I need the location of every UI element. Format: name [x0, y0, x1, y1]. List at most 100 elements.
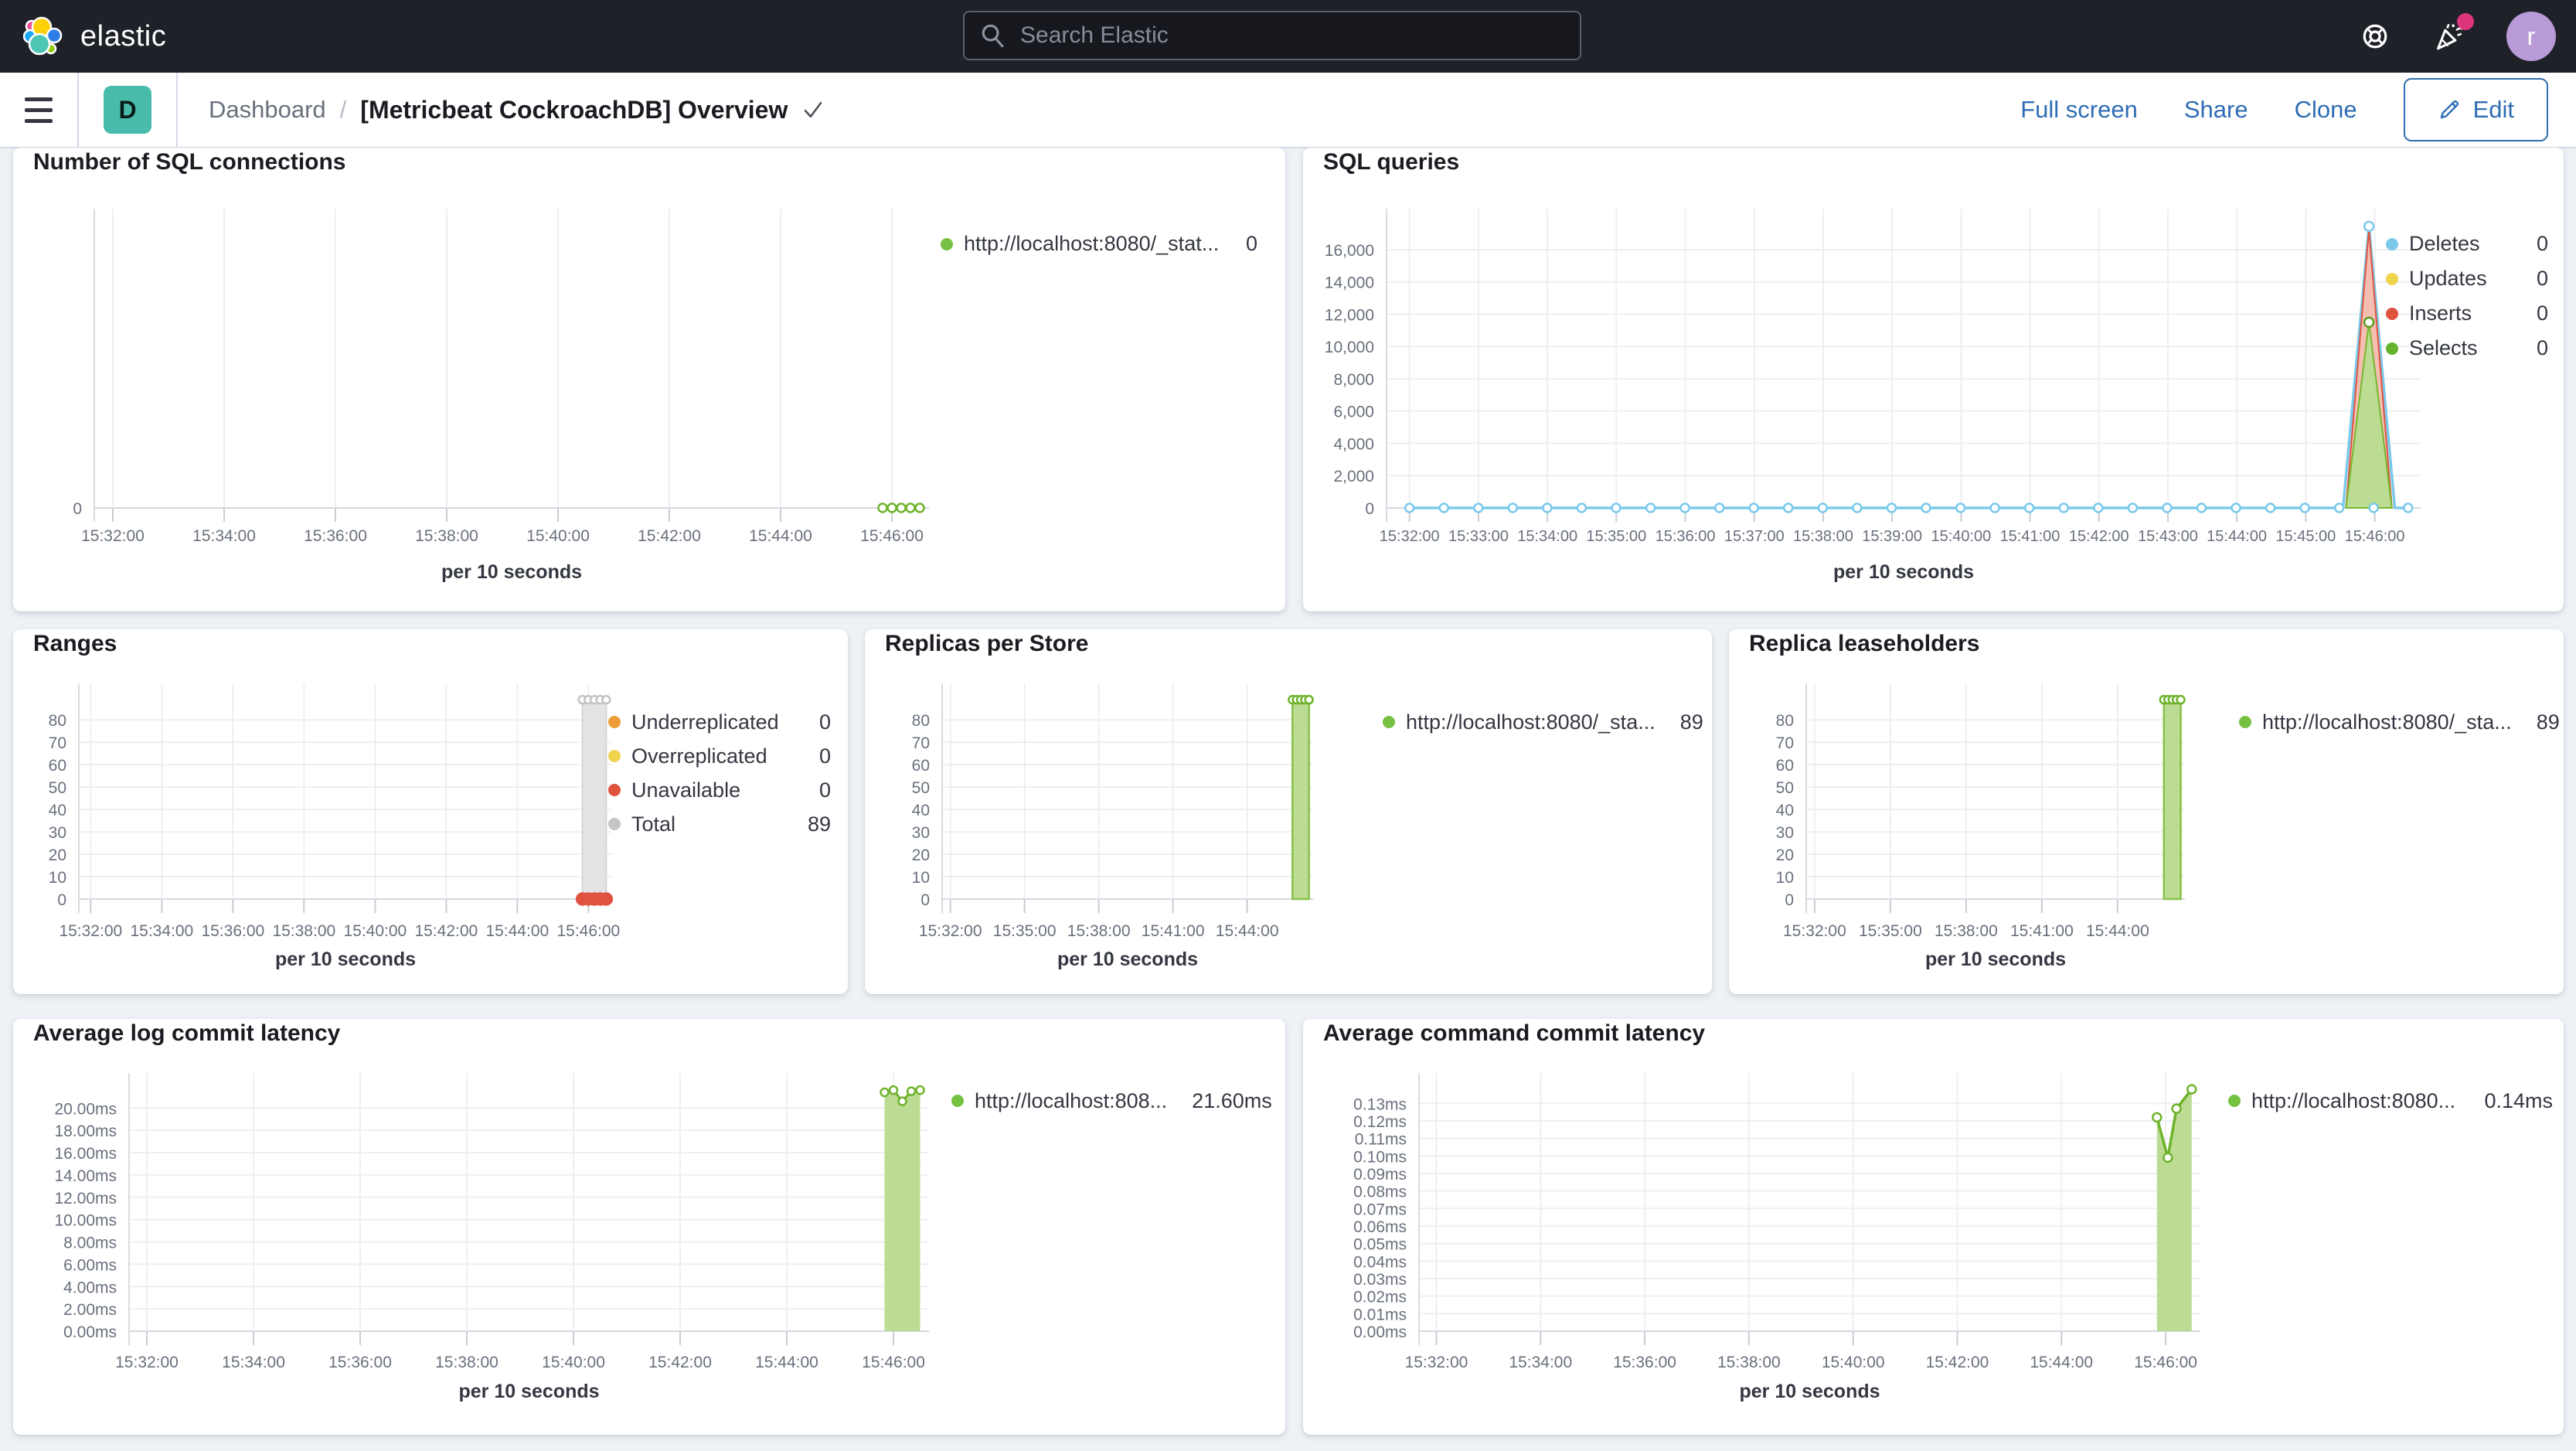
legend-item[interactable]: Total 89 — [608, 807, 831, 841]
svg-text:0.06ms: 0.06ms — [1353, 1218, 1407, 1236]
legend-dot-icon — [951, 1095, 964, 1107]
svg-text:0.08ms: 0.08ms — [1353, 1184, 1407, 1201]
dashboard-actions: Full screen Share Clone Edit — [2020, 78, 2548, 141]
svg-text:2.00ms: 2.00ms — [63, 1301, 117, 1319]
search-input[interactable] — [1019, 22, 1564, 49]
chart-average-log-commit-latency[interactable]: 0.00ms 2.00ms 4.00ms 6.00ms 8.00ms 10.00ms 12.… — [13, 1019, 1285, 1435]
svg-text:40: 40 — [912, 802, 930, 819]
svg-text:15:46:00: 15:46:00 — [2345, 528, 2405, 545]
svg-text:15:32:00: 15:32:00 — [1405, 1354, 1468, 1371]
svg-text:15:34:00: 15:34:00 — [222, 1354, 285, 1371]
legend-item[interactable]: http://localhost:8080... 0.14ms — [2228, 1084, 2553, 1118]
svg-text:6.00ms: 6.00ms — [63, 1256, 117, 1274]
svg-text:8.00ms: 8.00ms — [63, 1235, 117, 1252]
svg-text:14.00ms: 14.00ms — [54, 1167, 117, 1185]
edit-button-label: Edit — [2472, 96, 2514, 123]
svg-text:8,000: 8,000 — [1333, 371, 1374, 389]
legend-value: 0 — [818, 778, 831, 802]
svg-text:15:36:00: 15:36:00 — [328, 1354, 392, 1371]
user-avatar[interactable]: r — [2506, 12, 2556, 61]
legend-item[interactable]: Overreplicated 0 — [608, 739, 831, 773]
global-search[interactable] — [963, 11, 1581, 60]
clone-button[interactable]: Clone — [2295, 96, 2357, 124]
svg-text:15:34:00: 15:34:00 — [1517, 528, 1577, 545]
chart-replicas-per-store[interactable]: 0 10 20 30 40 50 60 70 80 15:32:00 15:35:00 15:38:0… — [865, 629, 1712, 994]
legend-label: Inserts — [2409, 301, 2472, 325]
svg-text:per 10 seconds: per 10 seconds — [275, 949, 416, 970]
breadcrumb-dashboard-link[interactable]: Dashboard — [209, 96, 326, 124]
panel-replica-leaseholders: Replica leaseholders 0 10 20 30 40 50 60 70 80 15… — [1729, 629, 2564, 994]
legend-item[interactable]: Deletes 0 — [2386, 227, 2548, 261]
svg-text:70: 70 — [49, 734, 66, 752]
avatar-initial: r — [2527, 22, 2536, 50]
svg-text:16,000: 16,000 — [1325, 242, 1374, 260]
svg-text:0.03ms: 0.03ms — [1353, 1271, 1407, 1289]
svg-text:per 10 seconds: per 10 seconds — [1833, 561, 1974, 583]
legend-item[interactable]: http://localhost:8080/_sta... 89 — [1383, 705, 1703, 739]
svg-text:15:46:00: 15:46:00 — [860, 527, 924, 545]
legend-dot-icon — [2239, 716, 2251, 728]
chart-legend: Deletes 0 Updates 0 Inserts 0 Selects 0 — [2386, 227, 2548, 366]
svg-text:15:35:00: 15:35:00 — [993, 922, 1057, 940]
chart-legend: http://localhost:8080/_stat... 0 — [941, 227, 1257, 261]
svg-text:80: 80 — [49, 712, 66, 730]
svg-text:15:32:00: 15:32:00 — [81, 527, 145, 545]
whats-new-button[interactable] — [2432, 13, 2474, 53]
svg-text:10: 10 — [912, 869, 930, 887]
legend-item[interactable]: Inserts 0 — [2386, 296, 2548, 331]
svg-text:0.12ms: 0.12ms — [1353, 1113, 1407, 1131]
menu-icon[interactable] — [0, 73, 77, 147]
dashboard-nav-bar: D Dashboard / [Metricbeat CockroachDB] O… — [0, 73, 2576, 148]
legend-item[interactable]: http://localhost:808... 21.60ms — [951, 1084, 1272, 1118]
svg-text:60: 60 — [49, 757, 66, 775]
svg-text:15:39:00: 15:39:00 — [1862, 528, 1922, 545]
legend-item[interactable]: http://localhost:8080/_stat... 0 — [941, 227, 1257, 261]
svg-text:15:40:00: 15:40:00 — [526, 527, 590, 545]
svg-text:0.00ms: 0.00ms — [1353, 1323, 1407, 1341]
legend-value: 0 — [818, 744, 831, 768]
svg-text:per 10 seconds: per 10 seconds — [1925, 949, 2066, 970]
svg-text:15:38:00: 15:38:00 — [435, 1354, 499, 1371]
share-button[interactable]: Share — [2184, 96, 2248, 124]
svg-text:15:36:00: 15:36:00 — [1656, 528, 1716, 545]
legend-value: 89 — [2536, 710, 2560, 734]
svg-text:15:34:00: 15:34:00 — [1509, 1354, 1572, 1371]
svg-text:30: 30 — [1776, 824, 1794, 842]
breadcrumb-separator: / — [339, 96, 347, 123]
svg-text:15:42:00: 15:42:00 — [648, 1354, 712, 1371]
check-icon[interactable] — [801, 98, 825, 121]
legend-dot-icon — [2228, 1095, 2241, 1107]
legend-item[interactable]: Selects 0 — [2386, 331, 2548, 366]
svg-text:30: 30 — [912, 824, 930, 842]
svg-text:60: 60 — [1776, 757, 1794, 775]
legend-dot-icon — [608, 784, 621, 796]
legend-label: http://localhost:8080/_sta... — [1406, 710, 1656, 734]
legend-item[interactable]: http://localhost:8080/_sta... 89 — [2239, 705, 2560, 739]
svg-text:10,000: 10,000 — [1325, 339, 1374, 356]
svg-text:15:42:00: 15:42:00 — [414, 922, 478, 940]
space-badge[interactable]: D — [104, 86, 151, 134]
legend-item[interactable]: Updates 0 — [2386, 261, 2548, 296]
chart-average-command-commit-latency[interactable]: 0.00ms0.01ms0.02ms0.03ms0.04ms0.05ms0.06… — [1303, 1019, 2564, 1435]
legend-value: 89 — [1679, 710, 1703, 734]
svg-text:10: 10 — [49, 869, 66, 887]
svg-text:0.11ms: 0.11ms — [1355, 1131, 1407, 1149]
legend-dot-icon — [1383, 716, 1395, 728]
svg-text:10.00ms: 10.00ms — [54, 1212, 117, 1230]
chart-number-of-sql-connections[interactable]: 0 15:32:00 15:34:00 15:36:00 15:38:00 15:40:0… — [13, 148, 1285, 611]
edit-button[interactable]: Edit — [2403, 78, 2548, 141]
chart-sql-queries[interactable]: 0 2,000 4,000 6,000 8,000 10,000 12,000 14,000 1… — [1303, 148, 2564, 611]
svg-text:15:38:00: 15:38:00 — [1935, 922, 1998, 940]
elastic-logo[interactable]: elastic — [23, 15, 166, 58]
legend-item[interactable]: Unavailable 0 — [608, 773, 831, 807]
svg-text:15:42:00: 15:42:00 — [1926, 1354, 1989, 1371]
svg-text:15:38:00: 15:38:00 — [272, 922, 335, 940]
legend-label: Total — [631, 812, 676, 836]
legend-item[interactable]: Underreplicated 0 — [608, 705, 831, 739]
full-screen-button[interactable]: Full screen — [2020, 96, 2138, 124]
panel-replicas-per-store: Replicas per Store 0 10 20 30 40 50 60 70 80 15:3… — [865, 629, 1712, 994]
help-button[interactable] — [2358, 19, 2392, 53]
chart-replica-leaseholders[interactable]: 0 10 20 30 40 50 60 70 80 15:32:00 15:35:00 15:38:0… — [1729, 629, 2564, 994]
svg-text:15:46:00: 15:46:00 — [556, 922, 620, 940]
svg-text:0.00ms: 0.00ms — [63, 1323, 117, 1341]
